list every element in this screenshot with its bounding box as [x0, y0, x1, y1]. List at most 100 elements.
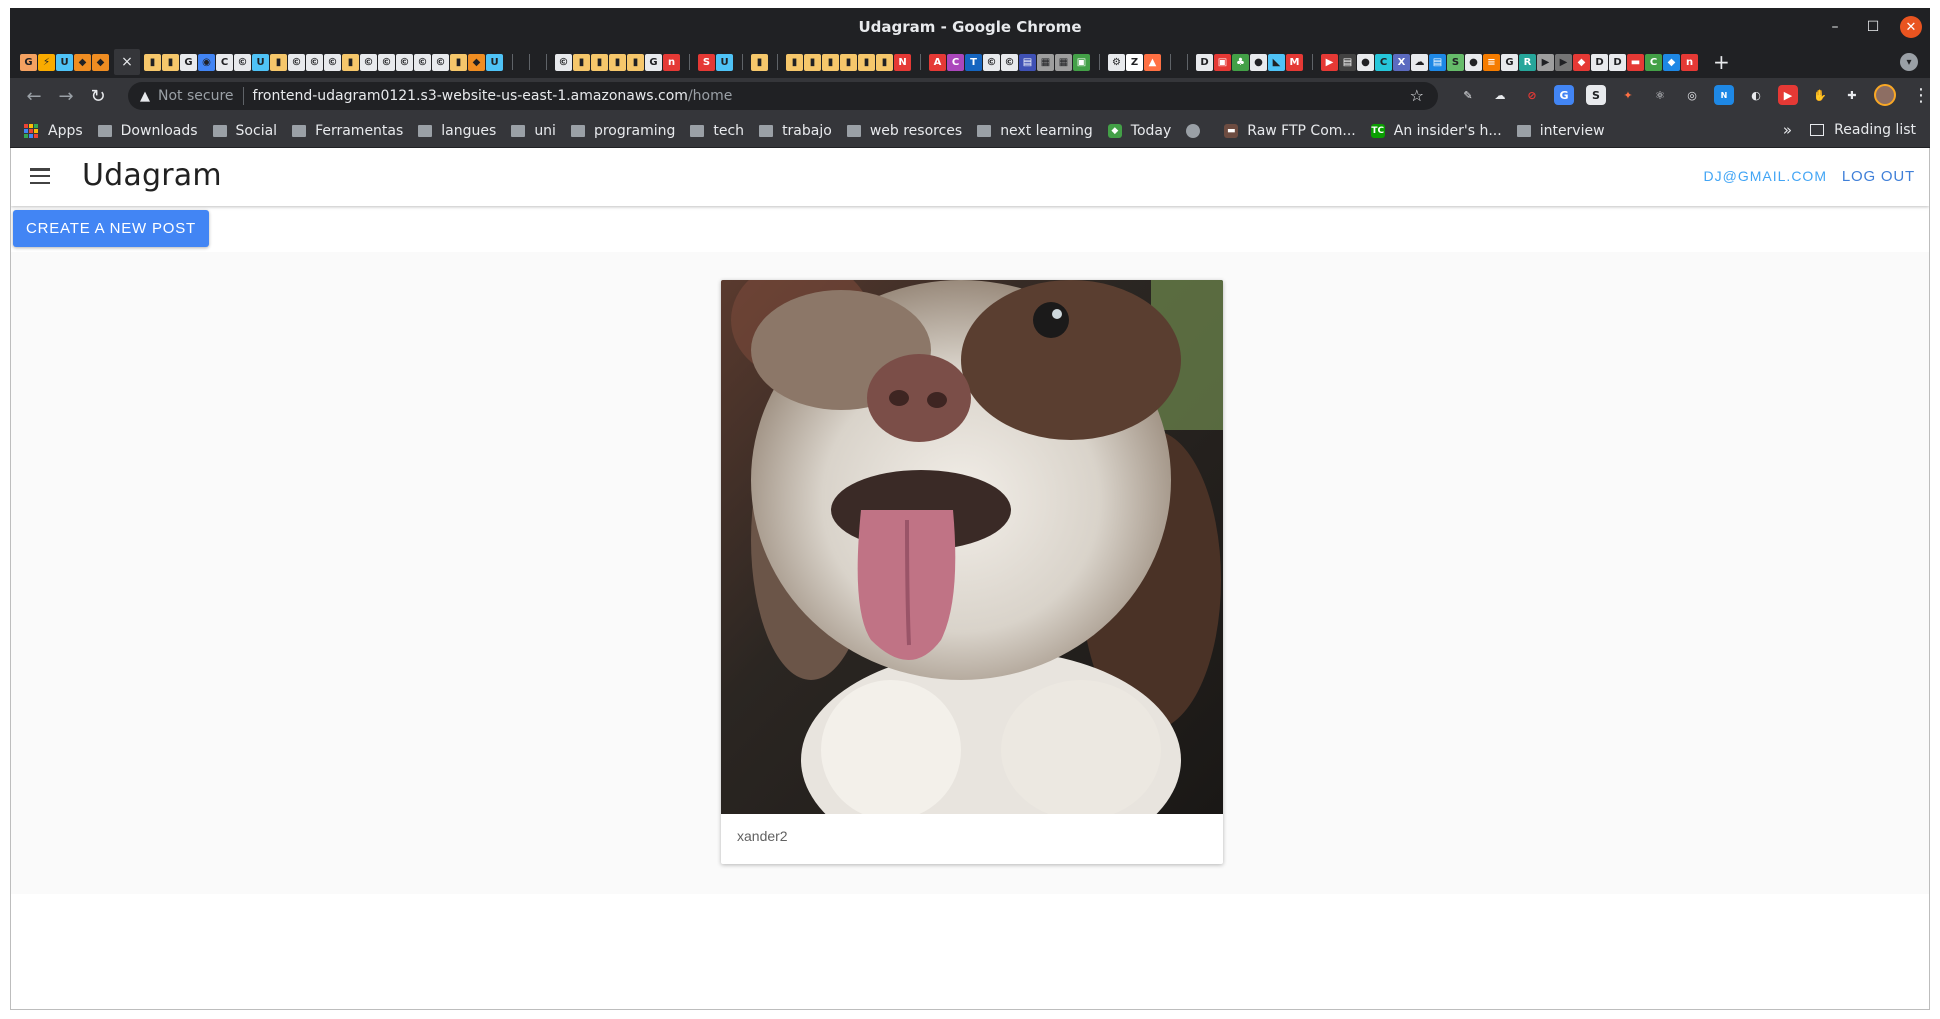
- tab-favicon[interactable]: ©: [414, 53, 431, 71]
- tab-favicon[interactable]: ▦: [1037, 53, 1054, 71]
- reading-list-button[interactable]: Reading list: [1810, 122, 1916, 138]
- pen-extension-icon[interactable]: ✎: [1458, 85, 1478, 105]
- tab-favicon[interactable]: ⚙: [1108, 53, 1125, 71]
- tab-favicon[interactable]: ▮: [786, 53, 803, 71]
- tab-favicon[interactable]: S: [1447, 53, 1464, 71]
- tab-favicon[interactable]: n: [663, 53, 680, 71]
- tab-favicon[interactable]: ◆: [74, 53, 91, 71]
- tab-favicon[interactable]: U: [56, 53, 73, 71]
- bookmark-folder-uni[interactable]: uni: [511, 123, 556, 139]
- tab-favicon[interactable]: D: [1591, 53, 1608, 71]
- cloud-extension-icon[interactable]: ☁: [1490, 85, 1510, 105]
- block-extension-icon[interactable]: ⊘: [1522, 85, 1542, 105]
- tab-favicon[interactable]: ©: [288, 53, 305, 71]
- new-badge-extension-icon[interactable]: N: [1714, 85, 1734, 105]
- tab-favicon[interactable]: ©: [324, 53, 341, 71]
- tab-favicon[interactable]: ▮: [751, 53, 768, 71]
- profile-avatar[interactable]: [1874, 84, 1896, 106]
- tab-favicon[interactable]: C: [947, 53, 964, 71]
- react-extension-icon[interactable]: ⚛: [1650, 85, 1670, 105]
- app-brand[interactable]: Udagram: [82, 158, 222, 193]
- bookmark-folder-programing[interactable]: programing: [570, 123, 675, 139]
- tab-favicon[interactable]: C: [216, 53, 233, 71]
- tab-favicon[interactable]: ▮: [822, 53, 839, 71]
- tab-favicon[interactable]: ▮: [858, 53, 875, 71]
- tab-favicon[interactable]: ≡: [1483, 53, 1500, 71]
- bookmark-folder-langues[interactable]: langues: [418, 123, 496, 139]
- target-extension-icon[interactable]: ◎: [1682, 85, 1702, 105]
- tab-favicon[interactable]: S: [698, 53, 715, 71]
- tab-favicon[interactable]: ©: [1001, 53, 1018, 71]
- forward-arrow-icon[interactable]: →: [50, 86, 82, 107]
- security-status-label[interactable]: Not secure: [158, 88, 234, 104]
- tab-favicon[interactable]: A: [929, 53, 946, 71]
- tab-favicon[interactable]: ▬: [1627, 53, 1644, 71]
- tab-favicon[interactable]: N: [894, 53, 911, 71]
- bookmark-insider[interactable]: TC An insider's h...: [1370, 123, 1502, 139]
- tab-favicon[interactable]: G: [20, 53, 37, 71]
- tab-favicon[interactable]: ▶: [1555, 53, 1572, 71]
- tab-favicon[interactable]: ▶: [1321, 53, 1338, 71]
- hand-extension-icon[interactable]: ✋: [1810, 85, 1830, 105]
- tab-favicon[interactable]: G: [1501, 53, 1518, 71]
- tab-favicon[interactable]: G: [645, 53, 662, 71]
- tab-favicon[interactable]: ▤: [1339, 53, 1356, 71]
- tab-favicon[interactable]: U: [716, 53, 733, 71]
- tab-favicon[interactable]: ▮: [876, 53, 893, 71]
- tab-favicon[interactable]: D: [1196, 53, 1213, 71]
- tab-favicon[interactable]: ▤: [1429, 53, 1446, 71]
- tab-favicon[interactable]: ▮: [144, 53, 161, 71]
- tab-favicon[interactable]: ▮: [573, 53, 590, 71]
- tab-favicon[interactable]: ●: [1250, 53, 1267, 71]
- tab-favicon[interactable]: ◆: [92, 53, 109, 71]
- tab-favicon[interactable]: ©: [983, 53, 1000, 71]
- tab-favicon[interactable]: C: [1375, 53, 1392, 71]
- active-tab-close-icon[interactable]: ×: [114, 49, 140, 75]
- bookmark-today[interactable]: ◆ Today: [1107, 123, 1171, 139]
- tab-favicon[interactable]: ♣: [1232, 53, 1249, 71]
- bookmark-folder-tech[interactable]: tech: [690, 123, 744, 139]
- bookmark-raw-ftp[interactable]: ▬ Raw FTP Com...: [1224, 123, 1356, 139]
- dark-extension-icon[interactable]: ◐: [1746, 85, 1766, 105]
- bookmark-apps[interactable]: Apps: [24, 123, 83, 139]
- chrome-menu-icon[interactable]: ⋮: [1912, 85, 1930, 106]
- tab-favicon[interactable]: ▮: [342, 53, 359, 71]
- tab-favicon[interactable]: U: [486, 53, 503, 71]
- tab-favicon[interactable]: ▤: [1019, 53, 1036, 71]
- tab-favicon[interactable]: G: [180, 53, 197, 71]
- maximize-icon[interactable]: ☐: [1862, 16, 1884, 38]
- close-window-icon[interactable]: ✕: [1900, 16, 1922, 38]
- warning-triangle-icon[interactable]: ▲: [140, 89, 150, 104]
- tab-favicon[interactable]: T: [965, 53, 982, 71]
- tab-favicon[interactable]: X: [1393, 53, 1410, 71]
- tab-favicon[interactable]: ▣: [1214, 53, 1231, 71]
- tab-favicon[interactable]: ©: [378, 53, 395, 71]
- tab-search-icon[interactable]: ▾: [1900, 53, 1918, 71]
- tab-favicon[interactable]: ▮: [840, 53, 857, 71]
- tab-favicon[interactable]: ◆: [468, 53, 485, 71]
- tab-favicon[interactable]: C: [1645, 53, 1662, 71]
- tab-favicon[interactable]: ▮: [609, 53, 626, 71]
- s-extension-icon[interactable]: S: [1586, 85, 1606, 105]
- minimize-icon[interactable]: –: [1824, 16, 1846, 38]
- reload-icon[interactable]: ↻: [82, 86, 114, 107]
- bookmark-folder-ferramentas[interactable]: Ferramentas: [292, 123, 403, 139]
- address-bar[interactable]: ▲ Not secure frontend-udagram0121.s3-web…: [128, 82, 1438, 110]
- url-host[interactable]: frontend-udagram0121.s3-website-us-east-…: [253, 88, 688, 104]
- create-post-button[interactable]: CREATE A NEW POST: [13, 210, 209, 247]
- back-arrow-icon[interactable]: ←: [18, 86, 50, 107]
- bookmark-globe[interactable]: [1186, 123, 1209, 138]
- translate-extension-icon[interactable]: G: [1554, 85, 1574, 105]
- user-email-link[interactable]: DJ@GMAIL.COM: [1704, 168, 1827, 184]
- puzzle-extensions-icon[interactable]: ✚: [1842, 85, 1862, 105]
- bookmark-folder-interview[interactable]: interview: [1516, 123, 1605, 139]
- tab-favicon[interactable]: ©: [555, 53, 572, 71]
- tab-favicon[interactable]: ⚡: [38, 53, 55, 71]
- tab-favicon[interactable]: ▲: [1144, 53, 1161, 71]
- tab-favicon[interactable]: D: [1609, 53, 1626, 71]
- tab-favicon[interactable]: ▣: [1073, 53, 1090, 71]
- tab-favicon[interactable]: ©: [306, 53, 323, 71]
- tab-favicon[interactable]: ▮: [162, 53, 179, 71]
- tab-favicon[interactable]: ☁: [1411, 53, 1428, 71]
- bookmark-folder-next-learning[interactable]: next learning: [977, 123, 1093, 139]
